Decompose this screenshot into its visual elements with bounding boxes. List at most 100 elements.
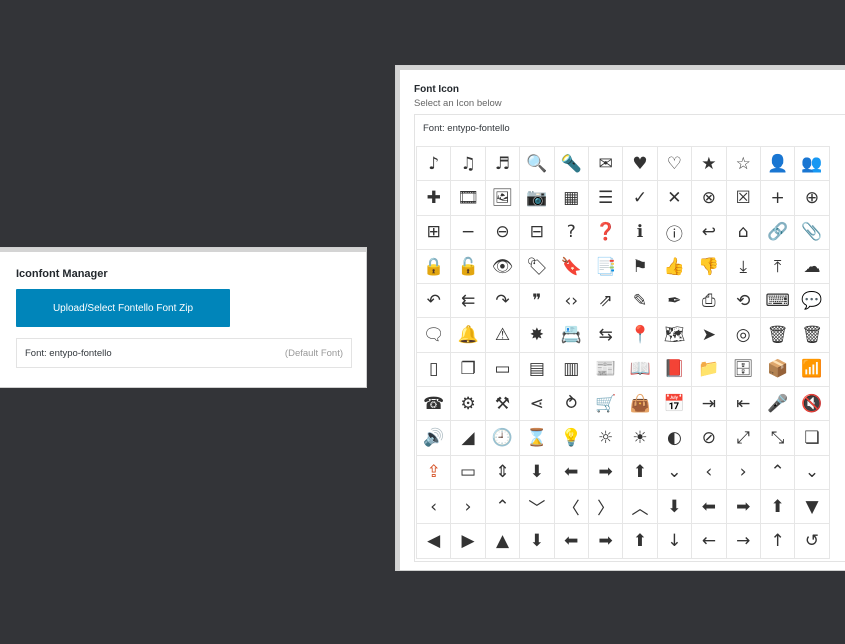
share-icon[interactable]: ⋖ [520, 387, 555, 422]
picture-icon[interactable]: 🖼 [485, 181, 521, 216]
up-icon[interactable]: ⬆ [760, 489, 796, 525]
bell-icon[interactable]: 🔔 [451, 318, 486, 353]
mic-icon[interactable]: 🎤 [760, 387, 796, 422]
cog-icon[interactable]: ⚙ [451, 387, 486, 422]
right-open-mini-icon[interactable]: › [451, 489, 486, 525]
reply-all-icon[interactable]: ⇇ [451, 284, 486, 319]
cancel-icon[interactable]: ✕ [657, 181, 693, 216]
down-icon[interactable]: ⬇ [657, 489, 693, 525]
popup-icon[interactable]: ❏ [795, 421, 830, 456]
font-entry-row[interactable]: Font: entypo-fontello (Default Font) [16, 338, 352, 368]
attach-icon[interactable]: 📎 [795, 215, 830, 250]
tag-icon[interactable]: 🏷 [520, 249, 555, 285]
comment-icon[interactable]: 💬 [795, 284, 830, 319]
upload-font-zip-button[interactable]: Upload/Select Fontello Font Zip [16, 289, 230, 327]
eye-icon[interactable]: 👁 [485, 249, 521, 285]
vcard-icon[interactable]: 📇 [554, 318, 589, 353]
search-icon[interactable]: 🔍 [520, 147, 555, 182]
flag-icon[interactable]: ⚑ [623, 249, 658, 285]
compass-circled-icon[interactable]: ◎ [726, 318, 761, 353]
doc-icon[interactable]: ▯ [417, 352, 452, 388]
archive-icon[interactable]: 🗄 [726, 352, 761, 388]
left-open-icon[interactable]: ‹ [692, 455, 727, 490]
flashlight-icon[interactable]: 🔦 [554, 147, 589, 182]
down-open-icon[interactable]: ⌄ [657, 455, 693, 490]
right-open-icon[interactable]: › [726, 455, 761, 490]
phone-icon[interactable]: ☎ [417, 387, 452, 422]
thumbs-down-icon[interactable]: 👎 [692, 249, 727, 285]
up-dir-icon[interactable]: ▲ [485, 524, 521, 559]
window-icon[interactable]: ▭ [451, 455, 486, 490]
users-icon[interactable]: 👥 [795, 147, 830, 182]
shareable-icon[interactable]: ⥁ [554, 387, 589, 422]
forward-icon[interactable]: ↷ [485, 284, 521, 319]
camera-icon[interactable]: 📷 [520, 181, 555, 216]
hourglass-icon[interactable]: ⌛ [520, 421, 555, 456]
home-icon[interactable]: ⌂ [726, 215, 761, 250]
thumbs-up-icon[interactable]: 👍 [657, 249, 693, 285]
calendar-icon[interactable]: 📅 [657, 387, 693, 422]
menu-icon[interactable]: ☰ [588, 181, 624, 216]
check-icon[interactable]: ✓ [623, 181, 658, 216]
lamp-icon[interactable]: 💡 [554, 421, 589, 456]
publish-icon[interactable]: ⇪ [417, 455, 452, 490]
resize-small-icon[interactable]: ⤡ [760, 421, 796, 456]
bookmark-icon[interactable]: 🔖 [554, 249, 589, 285]
star-empty-icon[interactable]: ☆ [726, 147, 761, 182]
up-bold-icon[interactable]: ⬆ [623, 524, 658, 559]
heart-icon[interactable]: ♥ [623, 147, 658, 182]
trash-icon[interactable]: 🗑 [760, 318, 796, 353]
docs-icon[interactable]: ❐ [451, 352, 486, 388]
code-icon[interactable]: ‹› [554, 284, 589, 319]
minus-circled-icon[interactable]: ⊖ [485, 215, 521, 250]
location-icon[interactable]: 📍 [623, 318, 658, 353]
bag-icon[interactable]: 👜 [623, 387, 658, 422]
video-icon[interactable]: 🎞 [451, 181, 486, 216]
up-open-icon[interactable]: ⌃ [760, 455, 796, 490]
sound-icon[interactable]: 🔊 [417, 421, 452, 456]
doc-text-inv-icon[interactable]: ▥ [554, 352, 589, 388]
back-icon[interactable]: ↩ [692, 215, 727, 250]
up-circled-icon[interactable]: ⬆ [623, 455, 658, 490]
download-icon[interactable]: ⤓ [726, 249, 761, 285]
link-icon[interactable]: 🔗 [760, 215, 796, 250]
left-dir-icon[interactable]: ◀ [417, 524, 452, 559]
star-icon[interactable]: ★ [692, 147, 727, 182]
mail-icon[interactable]: ✉ [588, 147, 624, 182]
doc-landscape-icon[interactable]: ▭ [485, 352, 521, 388]
box-icon[interactable]: 📦 [760, 352, 796, 388]
down-dir-icon[interactable]: ▼ [795, 489, 830, 525]
minus-squared-icon[interactable]: ⊟ [520, 215, 555, 250]
keyboard-icon[interactable]: ⌨ [760, 284, 796, 319]
plus-icon[interactable]: + [760, 181, 796, 216]
help-icon[interactable]: ? [554, 215, 589, 250]
rss-icon[interactable]: 📶 [795, 352, 830, 388]
lock-open-icon[interactable]: 🔓 [451, 249, 486, 285]
note-beamed-icon[interactable]: ♫ [451, 147, 486, 182]
resize-full-icon[interactable]: ⤢ [726, 421, 761, 456]
right-open-big-icon[interactable]: 〉 [588, 489, 624, 525]
mute-icon[interactable]: 🔇 [795, 387, 830, 422]
music-icon[interactable]: ♬ [485, 147, 521, 182]
left-circled-icon[interactable]: ⬅ [554, 455, 589, 490]
note-icon[interactable]: ♪ [417, 147, 452, 182]
block-icon[interactable]: ⊘ [692, 421, 727, 456]
pencil-icon[interactable]: ✎ [623, 284, 658, 319]
user-icon[interactable]: 👤 [760, 147, 796, 182]
right-thin-icon[interactable]: → [726, 524, 761, 559]
map-icon[interactable]: 🗺 [657, 318, 693, 353]
layout-icon[interactable]: ▦ [554, 181, 589, 216]
left-thin-icon[interactable]: ← [692, 524, 727, 559]
trash-full-icon[interactable]: 🗑 [795, 318, 830, 353]
clock-icon[interactable]: 🕘 [485, 421, 521, 456]
login-icon[interactable]: ⇥ [692, 387, 727, 422]
light-up-icon[interactable]: ☀ [623, 421, 658, 456]
basket-icon[interactable]: 🛒 [588, 387, 624, 422]
doc-text-icon[interactable]: ▤ [520, 352, 555, 388]
down-bold-icon[interactable]: ⬇ [520, 524, 555, 559]
down-thin-icon[interactable]: ↓ [657, 524, 693, 559]
left-open-mini-icon[interactable]: ‹ [417, 489, 452, 525]
up-open-big-icon[interactable]: ︿ [623, 489, 658, 525]
reply-icon[interactable]: ↶ [417, 284, 452, 319]
user-add-icon[interactable]: ✚ [417, 181, 452, 216]
